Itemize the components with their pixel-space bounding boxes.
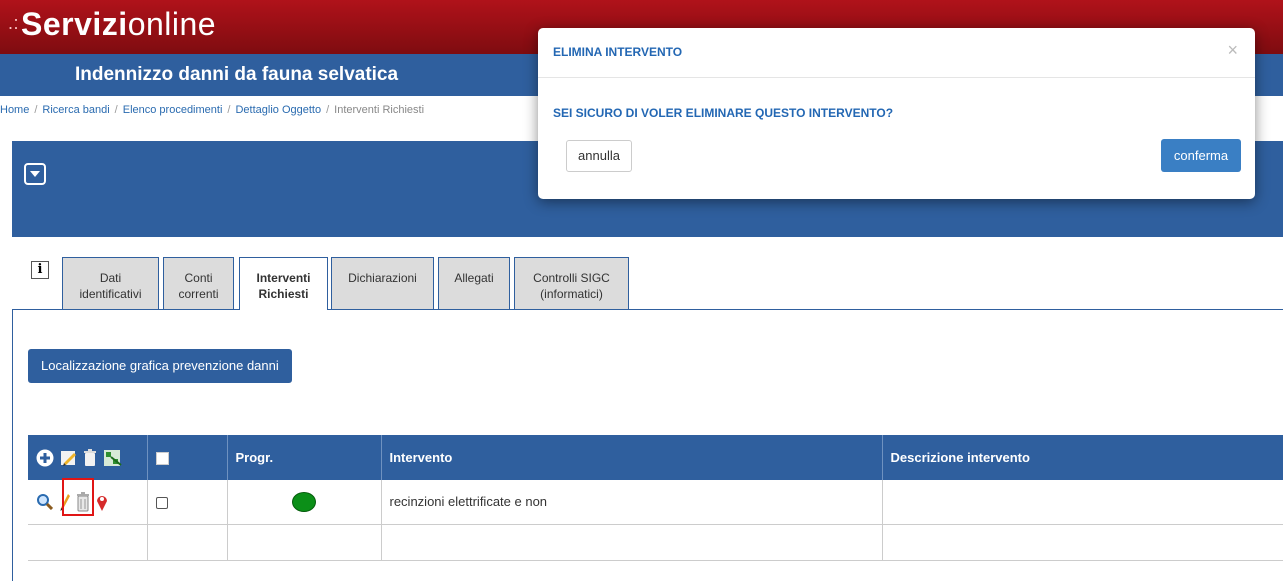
- confirm-button[interactable]: conferma: [1161, 139, 1241, 172]
- cancel-button[interactable]: annulla: [566, 140, 632, 172]
- dialog-question: SEI SICURO DI VOLER ELIMINARE QUESTO INT…: [553, 106, 894, 120]
- dialog-header: ELIMINA INTERVENTO ×: [538, 28, 1255, 78]
- delete-confirm-dialog: ELIMINA INTERVENTO × SEI SICURO DI VOLER…: [538, 28, 1255, 199]
- dialog-title: ELIMINA INTERVENTO: [553, 45, 683, 59]
- close-icon[interactable]: ×: [1227, 40, 1238, 61]
